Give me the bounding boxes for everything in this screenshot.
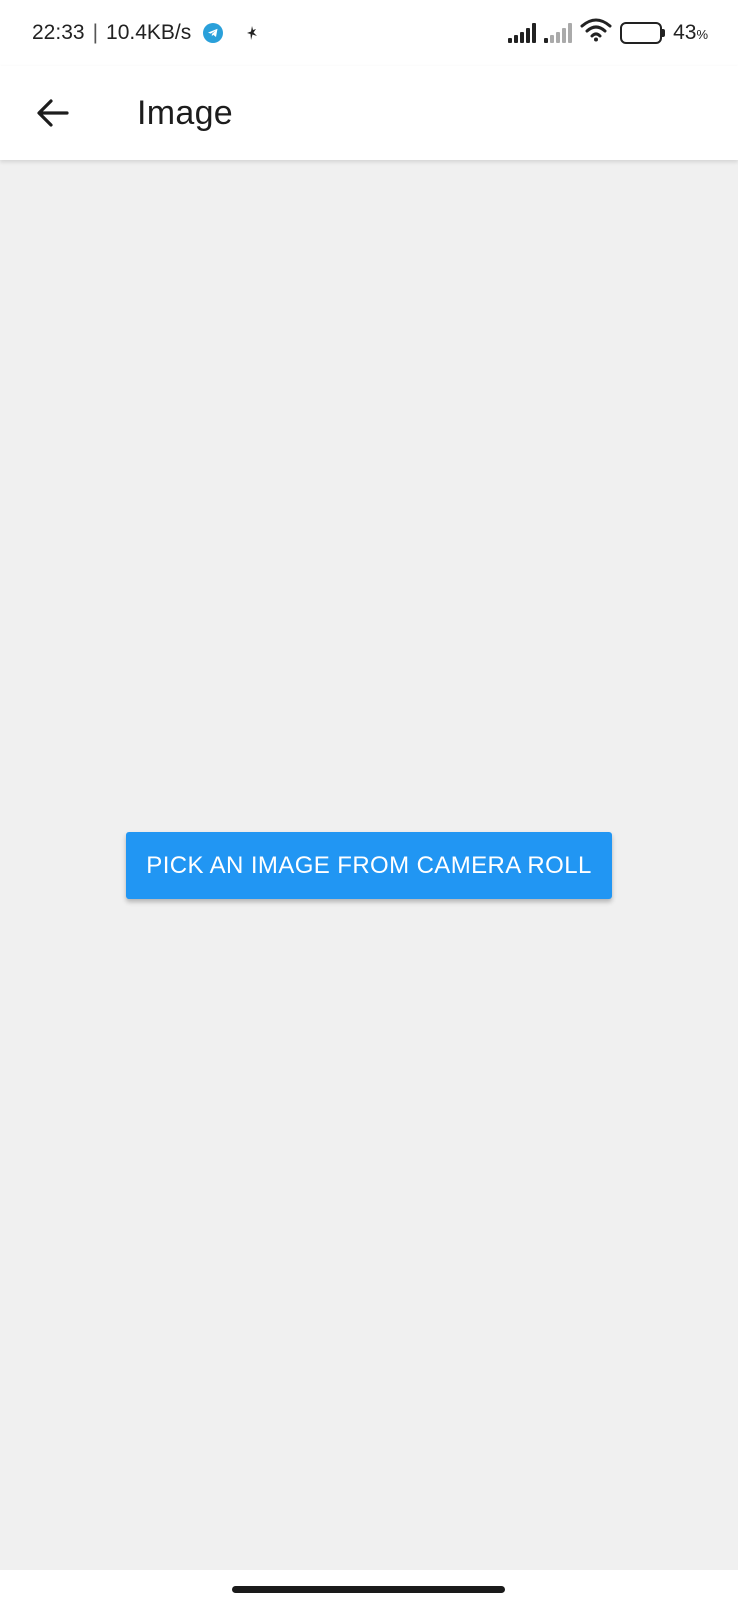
home-indicator[interactable] [232, 1586, 505, 1593]
status-time: 22:33 [32, 21, 85, 44]
battery-icon [620, 22, 666, 44]
page-title: Image [137, 93, 233, 132]
status-separator: | [92, 21, 99, 44]
wifi-icon [580, 18, 612, 48]
satellite-icon [243, 24, 261, 42]
screen: 22:33 | 10.4KB/s 43% Image PICK AN IMAGE… [0, 0, 738, 1600]
signal-strength-icon [544, 23, 573, 43]
pick-image-button[interactable]: PICK AN IMAGE FROM CAMERA ROLL [126, 832, 612, 899]
app-bar: Image [0, 66, 738, 160]
network-speed: 10.4KB/s [106, 21, 192, 44]
main-content: PICK AN IMAGE FROM CAMERA ROLL [0, 160, 738, 1570]
status-bar: 22:33 | 10.4KB/s 43% [0, 0, 738, 66]
back-button[interactable] [25, 85, 81, 141]
signal-strength-icon [508, 23, 537, 43]
status-right: 43% [508, 18, 708, 48]
arrow-left-icon [37, 99, 69, 127]
telegram-icon [203, 23, 224, 43]
gesture-nav-area [0, 1570, 738, 1600]
status-left: 22:33 | 10.4KB/s [32, 21, 261, 45]
battery-percent: 43% [673, 21, 708, 44]
